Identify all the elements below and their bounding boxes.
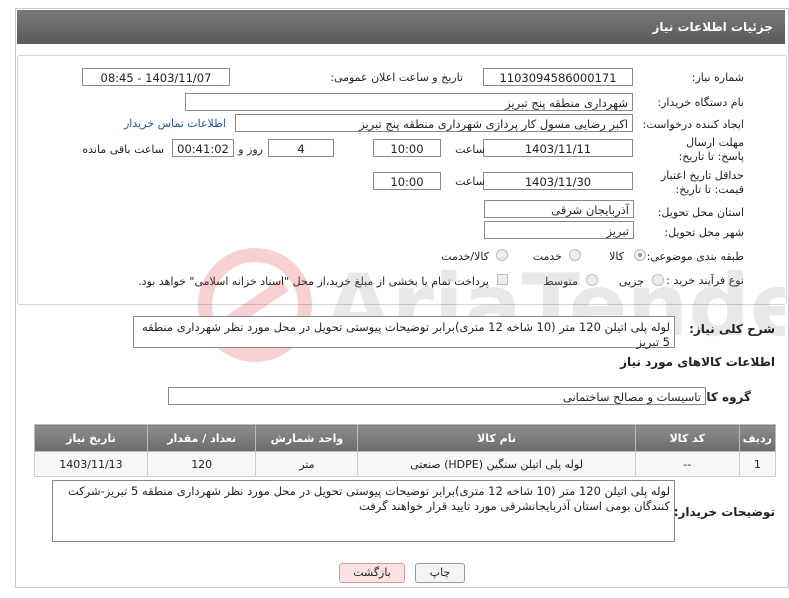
col-unit: واحد شمارش — [255, 424, 359, 452]
table-row[interactable]: 1 -- لوله پلی اتیلن سنگین (HDPE) صنعتی م… — [34, 451, 777, 477]
cell-row: 1 — [738, 451, 777, 477]
goods-table: ردیف کد کالا نام کالا واحد شمارش تعداد /… — [34, 424, 777, 477]
category-service-label: خدمت — [532, 250, 562, 263]
category-both-label: کالا/خدمت — [441, 250, 489, 263]
print-button[interactable]: چاپ — [415, 563, 465, 583]
province-label: استان محل تحویل: — [657, 206, 744, 219]
days-label: روز و — [238, 143, 263, 156]
col-code: کد کالا — [634, 424, 740, 452]
col-qty: تعداد / مقدار — [146, 424, 257, 452]
cell-name: لوله پلی اتیلن سنگین (HDPE) صنعتی — [357, 451, 636, 477]
need-number-field: 1103094586000171 — [483, 68, 633, 86]
validity-time-field: 10:00 — [373, 172, 441, 190]
category-both-radio[interactable] — [496, 249, 508, 261]
col-name: نام کالا — [357, 424, 636, 452]
cell-qty: 120 — [146, 451, 257, 477]
description-text: لوله پلی اتیلن 120 متر (10 شاخه 12 متری)… — [133, 316, 675, 349]
cell-code: -- — [634, 451, 740, 477]
description-label: شرح کلی نیاز: — [689, 322, 775, 336]
goods-group-field: تاسیسات و مصالح ساختمانی — [168, 387, 706, 405]
cell-unit: متر — [255, 451, 359, 477]
days-remaining-field: 4 — [268, 139, 334, 157]
process-medium-label: متوسط — [543, 275, 578, 288]
deadline-date-field: 1403/11/11 — [483, 139, 633, 157]
province-field: آذربایجان شرقی — [484, 200, 634, 218]
creator-field: اکبر رضایی مسول کار پردازی شهرداری منطقه… — [235, 114, 633, 132]
category-label: طبقه بندی موضوعی: — [646, 250, 744, 263]
category-goods-radio[interactable] — [634, 249, 646, 261]
buyer-notes-label: توضیحات خریدار: — [673, 505, 775, 519]
city-label: شهر محل تحویل: — [664, 226, 744, 239]
need-number-label: شماره نیاز: — [691, 71, 744, 84]
creator-label: ایجاد کننده درخواست: — [642, 118, 744, 131]
category-service-radio[interactable] — [569, 249, 581, 261]
treasury-payment-checkbox[interactable] — [497, 274, 508, 285]
buyer-org-field: شهرداری منطقه پنج تبریز — [185, 93, 633, 111]
announce-label: تاریخ و ساعت اعلان عمومی: — [330, 71, 463, 84]
category-goods-label: کالا — [609, 250, 624, 263]
deadline-time-label: ساعت — [455, 143, 485, 156]
goods-section-title: اطلاعات کالاهای مورد نیاز — [620, 355, 775, 369]
announce-field: 1403/11/07 - 08:45 — [82, 68, 230, 86]
back-button[interactable]: بازگشت — [339, 563, 405, 583]
validity-label: حداقل تاریخ اعتبار قیمت: تا تاریخ: — [660, 169, 744, 196]
cell-date: 1403/11/13 — [34, 451, 148, 477]
buyer-org-label: نام دستگاه خریدار: — [657, 96, 744, 109]
buyer-notes-text: لوله پلی اتیلن 120 متر (10 شاخه 12 متری)… — [52, 480, 675, 542]
treasury-payment-note: پرداخت تمام یا بخشی از مبلغ خرید،از محل … — [138, 275, 489, 288]
validity-time-label: ساعت — [455, 175, 485, 188]
page-header: جزئیات اطلاعات نیاز — [17, 10, 785, 44]
deadline-time-field: 10:00 — [373, 139, 441, 157]
remaining-label: ساعت باقی مانده — [82, 143, 164, 156]
table-header-row: ردیف کد کالا نام کالا واحد شمارش تعداد /… — [34, 424, 777, 452]
deadline-label: مهلت ارسال پاسخ: تا تاریخ: — [678, 136, 744, 163]
process-medium-radio[interactable] — [586, 274, 598, 286]
contact-info-link[interactable]: اطلاعات تماس خریدار — [124, 117, 226, 130]
city-field: تبریز — [484, 221, 634, 239]
process-minor-label: جزیی — [618, 275, 644, 288]
page-title: جزئیات اطلاعات نیاز — [652, 20, 773, 34]
process-label: نوع فرآیند خرید : — [666, 274, 744, 287]
remaining-time-field: 00:41:02 — [172, 139, 234, 157]
col-row: ردیف — [738, 424, 777, 452]
process-minor-radio[interactable] — [652, 274, 664, 286]
validity-date-field: 1403/11/30 — [483, 172, 633, 190]
col-date: تاریخ نیاز — [34, 424, 148, 452]
